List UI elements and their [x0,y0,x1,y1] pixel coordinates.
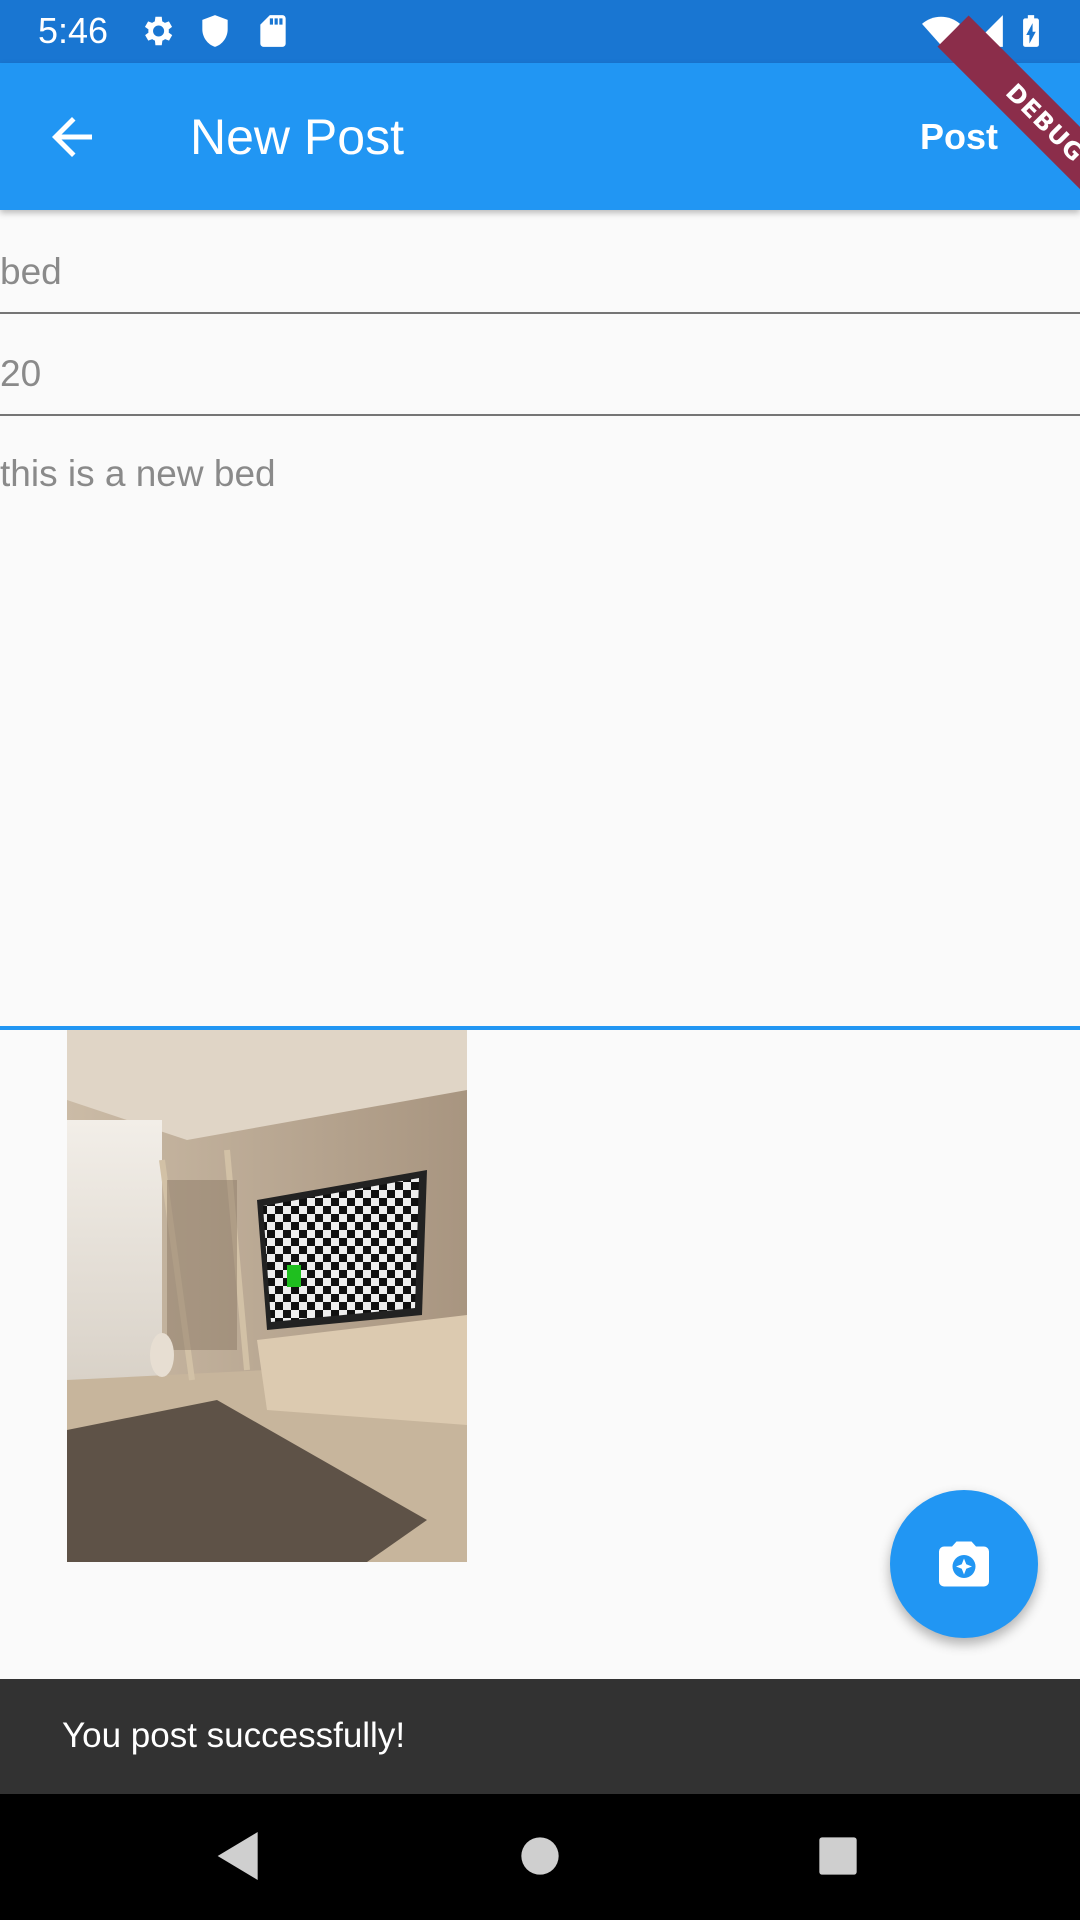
arrow-back-icon [52,117,92,157]
shield-icon [202,15,228,47]
system-nav-bar [0,1794,1080,1920]
price-field[interactable]: 20 [0,352,1080,416]
page-title: New Post [190,109,404,165]
post-button[interactable]: Post [920,115,998,159]
gear-icon [144,16,173,46]
sd-card-icon [260,15,286,47]
snackbar-message: You post successfully! [62,1716,406,1755]
back-triangle-icon[interactable] [204,1824,274,1888]
description-field-value: this is a new bed [0,453,276,494]
room-photo-image [67,1030,467,1562]
back-button[interactable] [40,107,104,167]
status-time: 5:46 [38,10,109,51]
selected-photo [67,1030,467,1562]
add-photo-fab[interactable] [890,1490,1038,1638]
title-field[interactable]: bed [0,250,1080,314]
price-field-value: 20 [0,353,42,394]
app-bar: New Post Post DEBUG [0,15,1080,231]
home-circle-icon[interactable] [505,1824,575,1888]
description-field[interactable]: this is a new bed [0,452,1080,1030]
status-bar: 5:46 [0,0,1080,63]
recents-square-icon[interactable] [803,1824,873,1888]
camera-icon [939,1541,989,1587]
title-field-value: bed [0,251,62,292]
battery-charging-icon [1023,15,1039,47]
snackbar: You post successfully! [0,1679,1080,1794]
